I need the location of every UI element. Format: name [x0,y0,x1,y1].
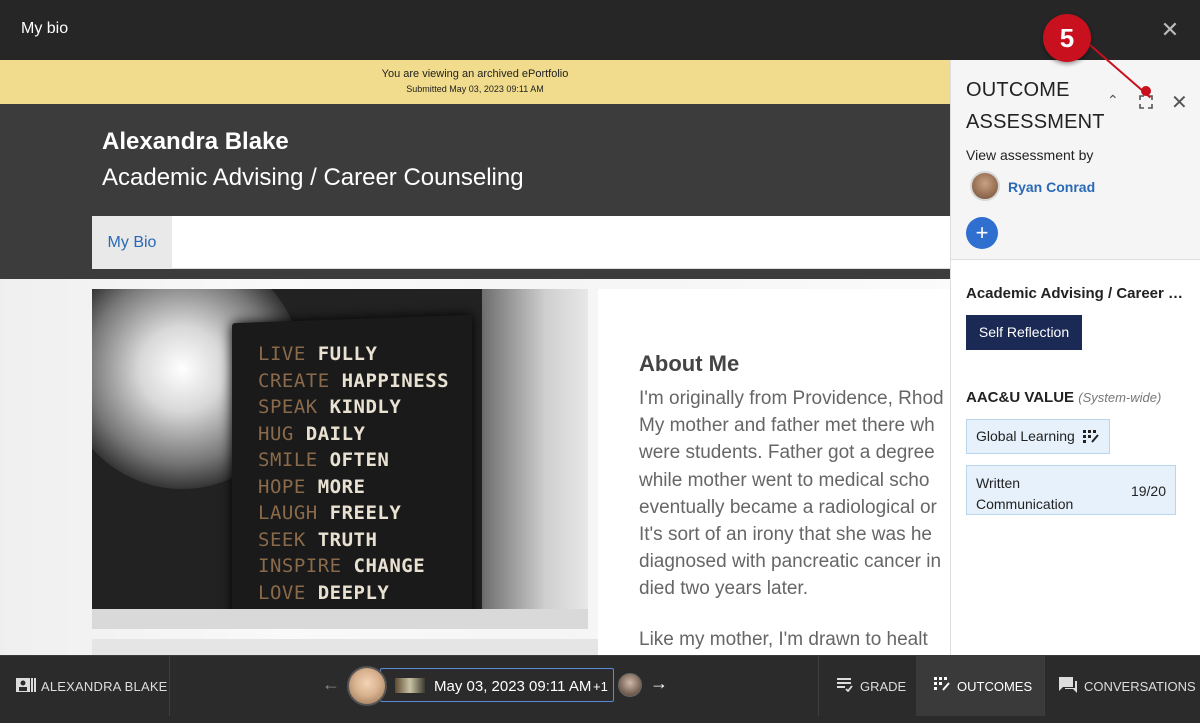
quote-verb: HOPE [258,475,306,498]
profile-name: Alexandra Blake [102,128,289,155]
window-title: My bio [21,20,69,37]
quote-verb: LOVE [258,581,306,604]
written-communication-chip[interactable]: Written Communication 19/20 [966,465,1176,515]
submission-date: May 03, 2023 09:11 AM [434,678,592,695]
quote-word: OFTEN [317,449,390,471]
page-nav: My Bio [92,216,950,269]
expand-icon[interactable] [1139,95,1153,109]
quote-line: SPEAK KINDLY [258,394,449,421]
archived-banner: You are viewing an archived ePortfolio S… [0,60,950,104]
quote-line: SMILE OFTEN [258,447,449,474]
quote-book-photo: LIVE FULLY CREATE HAPPINESS SPEAK KINDLY HU… [92,289,588,629]
outcome-assessment-panel: OUTCOME ASSESSMENT ⌃ ✕ View assessment b… [950,60,1200,655]
quote-verb: LIVE [258,343,306,365]
quote-verb: SPEAK [258,396,318,418]
step-marker: 5 [1043,14,1091,62]
extra-count: +1 [593,679,608,694]
panel-title: OUTCOME ASSESSMENT [966,79,1105,133]
id-card-icon [16,678,36,692]
quote-word: FREELY [317,502,402,524]
quote-line: CREATE HAPPINESS [258,368,449,395]
quote-verb: HUG [258,422,294,445]
quote-line: LIVE FULLY [258,341,449,368]
archived-message: You are viewing an archived ePortfolio [381,68,569,80]
about-line: I'm originally from Providence, Rhod [639,388,944,409]
assessor-avatar [970,171,1000,201]
about-line: died two years later. [639,578,808,600]
add-assessment-button[interactable]: + [966,217,998,249]
outcomes-label: OUTCOMES [957,679,1033,694]
submission-thumbnail [395,678,425,693]
app-window: My bio ✕ You are viewing an archived ePo… [0,0,1200,723]
global-learning-chip[interactable]: Global Learning [966,419,1110,454]
outcome-grid-icon [1083,430,1099,443]
conversations-label: CONVERSATIONS [1084,679,1196,694]
quote-word: TRUTH [305,528,378,551]
self-reflection-chip[interactable]: Self Reflection [966,315,1082,350]
step-marker-dot [1141,86,1151,96]
about-heading: About Me [639,351,740,376]
submitted-date: Submitted May 03, 2023 09:11 AM [406,84,544,94]
written-communication-score: 19/20 [1130,483,1166,499]
second-photo [92,639,600,655]
profile-header: Alexandra Blake Academic Advising / Care… [0,104,950,216]
about-line: while mother went to medical scho [639,469,930,491]
tab-my-bio[interactable]: My Bio [92,216,172,269]
about-text-next: Like my mother, I'm drawn to healt [639,629,928,650]
conversations-icon [1059,677,1077,693]
view-by-label: View assessment by [966,147,1094,163]
quote-word: DAILY [293,422,366,445]
top-bar: My bio ✕ [0,0,1200,60]
quote-line: SEEK TRUTH [258,527,449,554]
conversations-button[interactable]: CONVERSATIONS [1044,656,1200,716]
assessor-name[interactable]: Ryan Conrad [1008,179,1095,195]
submission-selector[interactable]: May 03, 2023 09:11 AM +1 [380,668,614,702]
next-arrow-icon[interactable]: → [650,673,668,694]
outcomes-icon [934,677,950,691]
previous-arrow-icon[interactable]: ← [322,674,340,695]
sort-icon[interactable]: ⌃ [1107,92,1119,109]
quote-verb: SEEK [258,528,306,551]
quote-word: DEEPLY [305,581,390,604]
quote-word: MORE [305,475,366,498]
about-line: eventually became a radiological or [639,496,937,518]
about-panel: About Me I'm originally from Providence,… [598,289,950,655]
quote-word: HAPPINESS [329,369,450,392]
quote-line: HUG DAILY [258,421,449,448]
grade-button[interactable]: GRADE [818,656,916,716]
panel-header: OUTCOME ASSESSMENT ⌃ ✕ View assessment b… [951,60,1200,260]
outcomes-button[interactable]: OUTCOMES [916,656,1044,716]
close-icon[interactable]: ✕ [1156,16,1184,44]
about-line: diagnosed with pancreatic cancer in [639,551,942,573]
about-text: I'm originally from Providence, Rhod My m… [639,385,950,603]
quote-text: LIVE FULLY CREATE HAPPINESS SPEAK KINDLY HU… [258,341,449,606]
about-line: My mother and father met there wh [639,415,935,437]
student-button[interactable]: ALEXANDRA BLAKE [0,656,170,716]
panel-close-icon[interactable]: ✕ [1171,90,1188,115]
quote-verb: INSPIRE [258,555,342,577]
value-section-title: AAC&U VALUE (System-wide) [966,389,1162,406]
grade-label: GRADE [860,679,907,694]
bottom-bar: ALEXANDRA BLAKE ← May 03, 2023 09:11 AM … [0,655,1200,723]
profile-subtitle: Academic Advising / Career Counseling [102,164,524,191]
about-line: were students. Father got a degree [639,442,935,464]
written-communication-label: Written Communication [976,475,1074,512]
quote-line: INSPIRE CHANGE [258,553,449,580]
quote-verb: CREATE [258,369,330,392]
quote-word: FULLY [305,343,378,365]
quote-verb: SMILE [258,449,318,471]
student-name: ALEXANDRA BLAKE [41,679,168,694]
rubric-section-title: Academic Advising / Career Counseling [966,285,1186,302]
student-avatar [347,666,387,706]
quote-verb: LAUGH [258,502,318,524]
quote-word: CHANGE [341,555,426,577]
quote-line: HOPE MORE [258,474,449,501]
quote-word: KINDLY [317,396,402,418]
grade-icon [837,678,853,692]
next-student-avatar[interactable] [618,673,642,697]
quote-line: LOVE DEEPLY [258,580,449,607]
about-line: It's sort of an irony that she was he [639,524,932,546]
quote-line: LAUGH FREELY [258,500,449,527]
